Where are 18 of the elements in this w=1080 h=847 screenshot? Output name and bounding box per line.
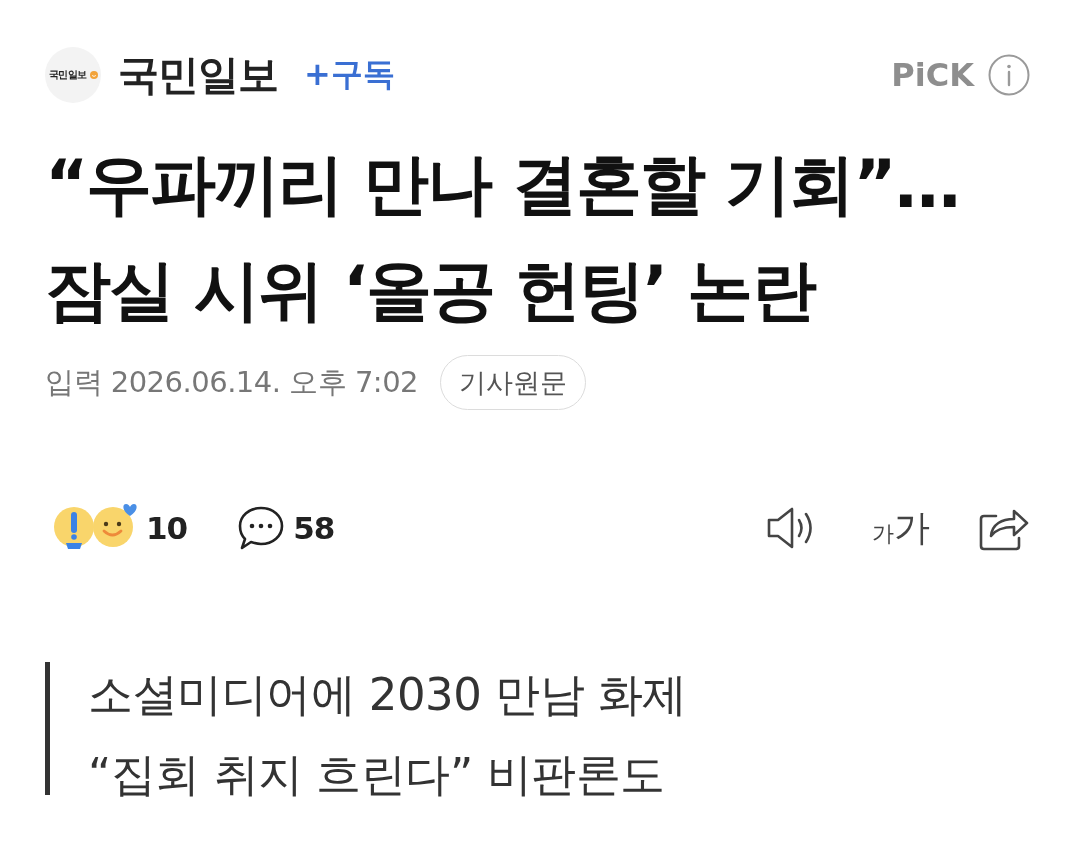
published-time: 입력 2026.06.14. 오후 7:02 <box>45 363 419 401</box>
comment-icon[interactable] <box>237 505 286 551</box>
summary-line: 소셜미디어에 2030 만남 화제 <box>88 667 687 723</box>
smiley-emblem-icon <box>89 71 98 79</box>
info-icon[interactable] <box>988 54 1030 96</box>
exclamation-emoji-icon[interactable] <box>52 506 96 550</box>
font-size-button[interactable]: 가가 <box>870 507 932 549</box>
original-article-button[interactable]: 기사원문 <box>440 355 587 410</box>
summary-line: “집회 취지 흐린다” 비판론도 <box>88 747 666 803</box>
subscribe-button[interactable]: +구독 <box>300 53 399 97</box>
headline: “우파끼리 만나 결혼할 기회”… 잠실 시위 ‘올공 헌팅’ 논란 <box>45 145 960 331</box>
smiley-heart-emoji-icon[interactable] <box>92 502 138 548</box>
pick-label: PiCK <box>891 56 974 94</box>
comment-count: 58 <box>293 510 335 546</box>
press-logo[interactable]: 국민일보 <box>45 47 101 103</box>
reaction-count: 10 <box>146 510 188 546</box>
press-name[interactable]: 국민일보 <box>118 47 278 103</box>
logo-text: 국민일보 <box>48 68 87 82</box>
